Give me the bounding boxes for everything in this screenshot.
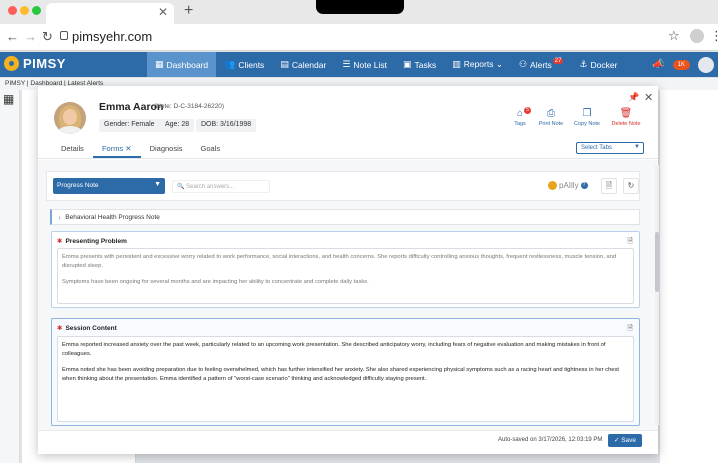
refresh-icon[interactable]: ↻ <box>623 178 639 194</box>
field-title: ✱ Presenting Problem <box>57 238 127 245</box>
print-icon: ⎙ <box>547 108 555 119</box>
delete-note-button[interactable]: 🗑 Delete Note <box>606 108 646 127</box>
tags-count-badge: 5 <box>524 107 531 114</box>
scrollbar-track[interactable] <box>655 165 659 425</box>
field-title: ✱ Session Content <box>57 325 117 332</box>
address-bar: ← → ↻ pimsyehr.com ☆ ⋮ <box>0 24 718 51</box>
arrow-down-icon: ↓ <box>58 214 62 221</box>
user-avatar[interactable] <box>698 56 714 73</box>
nav-dashboard[interactable]: ▦ Dashboard <box>147 52 217 77</box>
tab-details[interactable]: Details <box>52 140 93 158</box>
background-right <box>660 90 718 463</box>
tab-forms[interactable]: Forms ✕ <box>92 140 141 158</box>
nav-right: 📣 1K <box>652 52 718 77</box>
pally-logo-icon <box>548 181 557 190</box>
megaphone-icon[interactable]: 📣 <box>652 59 664 70</box>
dob-chip: DOB: 3/16/1998 <box>196 119 257 132</box>
browser-tab[interactable]: ✕ <box>46 3 174 24</box>
trash-icon: 🗑 <box>619 108 633 119</box>
nav-docker[interactable]: ⚓ Docker <box>571 52 625 77</box>
reports-icon: ▥ <box>452 59 461 69</box>
section-header[interactable]: ↓ Behavioral Health Progress Note <box>50 209 640 225</box>
select-tabs-dropdown[interactable]: Select Tabs ▼ <box>576 142 644 154</box>
session-content-card: ✱ Session Content 🗎 Emma reported increas… <box>51 318 640 426</box>
notification-badge[interactable]: 1K <box>672 59 690 70</box>
calendar-grid-icon[interactable]: ▦ <box>3 92 14 106</box>
help-icon[interactable]: ? <box>580 182 588 189</box>
tab-goals[interactable]: Goals <box>192 140 230 158</box>
patient-avatar <box>54 102 86 134</box>
caret-down-icon: ▼ <box>154 181 161 188</box>
back-icon[interactable]: ← <box>6 29 19 44</box>
left-sidebar <box>0 90 20 463</box>
scrollbar-thumb[interactable] <box>655 232 659 292</box>
profile-avatar[interactable] <box>690 29 704 43</box>
camera-notch <box>316 0 404 14</box>
tab-divider <box>38 158 658 159</box>
age-chip: Age: 28 <box>160 119 195 132</box>
copy-note-button[interactable]: ❐ Copy Note <box>567 108 607 127</box>
pimsy-logo[interactable]: PIMSY <box>4 56 66 71</box>
calendar-icon: ▤ <box>280 59 289 69</box>
document-icon[interactable]: 🗎 <box>627 237 633 248</box>
nav-calendar[interactable]: ▤ Calendar <box>272 52 334 77</box>
window-close-icon[interactable] <box>8 6 17 15</box>
autosave-status: Auto-saved on 3/17/2026, 12:03:19 PM <box>498 437 603 443</box>
check-icon: ✓ <box>613 437 620 444</box>
nav-note-list[interactable]: ☰ Note List <box>334 52 395 77</box>
search-input[interactable]: 🔍 Search answers... <box>172 180 270 193</box>
presenting-problem-textarea[interactable]: Emma presents with persistent and excess… <box>57 248 634 304</box>
logo-text: PIMSY <box>23 56 66 71</box>
tab-close-icon[interactable]: ✕ <box>125 144 131 153</box>
search-icon: 🔍 <box>177 184 185 190</box>
lock-icon <box>60 31 68 40</box>
alerts-badge: 27 <box>552 57 564 64</box>
users-icon: 👥 <box>224 59 236 69</box>
app-navbar: PIMSY ▦ Dashboard 👥 Clients ▤ Calendar ☰ Not… <box>0 52 718 77</box>
copy-icon: ❐ <box>582 108 592 119</box>
close-icon[interactable]: ✕ <box>644 91 653 104</box>
bookmark-star-icon[interactable]: ☆ <box>668 28 680 44</box>
docker-icon: ⚓ <box>579 59 588 69</box>
document-icon[interactable]: 🗎 <box>601 178 617 194</box>
gender-chip: Gender: Female <box>99 119 160 132</box>
dashboard-icon: ▦ <box>155 59 164 69</box>
new-tab-button[interactable]: + <box>184 2 193 20</box>
nav-menu: ▦ Dashboard 👥 Clients ▤ Calendar ☰ Note List… <box>147 52 625 77</box>
modal-tabs: Details Forms ✕ Diagnosis Goals <box>52 140 229 158</box>
nav-clients[interactable]: 👥 Clients <box>216 52 272 77</box>
tab-diagnosis[interactable]: Diagnosis <box>141 140 192 158</box>
nav-tasks[interactable]: ▣ Tasks <box>395 52 444 77</box>
tab-close-icon[interactable]: ✕ <box>158 5 168 19</box>
nav-alerts[interactable]: ⚇ Alerts 27 <box>511 52 572 77</box>
tasks-icon: ▣ <box>402 59 412 69</box>
session-content-textarea[interactable]: Emma reported increased anxiety over the… <box>57 336 634 422</box>
save-button[interactable]: ✓ Save <box>608 434 642 447</box>
nav-reports[interactable]: ▥ Reports ⌄ <box>444 52 511 77</box>
document-icon[interactable]: 🗎 <box>627 324 633 335</box>
browser-menu-icon[interactable]: ⋮ <box>710 28 718 44</box>
list-icon: ☰ <box>342 59 351 69</box>
logo-icon <box>4 56 19 71</box>
print-note-button[interactable]: ⎙ Print Note <box>531 108 571 127</box>
pin-icon[interactable]: 📌 <box>628 92 639 103</box>
window-minimize-icon[interactable] <box>20 6 29 15</box>
browser-tabstrip: ✕ + <box>0 0 718 24</box>
caret-down-icon: ▼ <box>634 144 640 150</box>
pally-assistant[interactable]: pAIlly ? <box>548 181 588 190</box>
url-text[interactable]: pimsyehr.com <box>72 29 152 44</box>
patient-note-id: (Note: D-C-3184-26220) <box>154 103 225 110</box>
presenting-problem-card: ✱ Presenting Problem 🗎 Emma presents with… <box>51 231 640 308</box>
forward-icon[interactable]: → <box>24 29 37 44</box>
reload-icon[interactable]: ↻ <box>42 29 53 45</box>
alerts-icon: ⚇ <box>518 59 528 69</box>
window-zoom-icon[interactable] <box>32 6 41 15</box>
note-type-select[interactable]: Progress Note ▼ <box>53 178 165 194</box>
